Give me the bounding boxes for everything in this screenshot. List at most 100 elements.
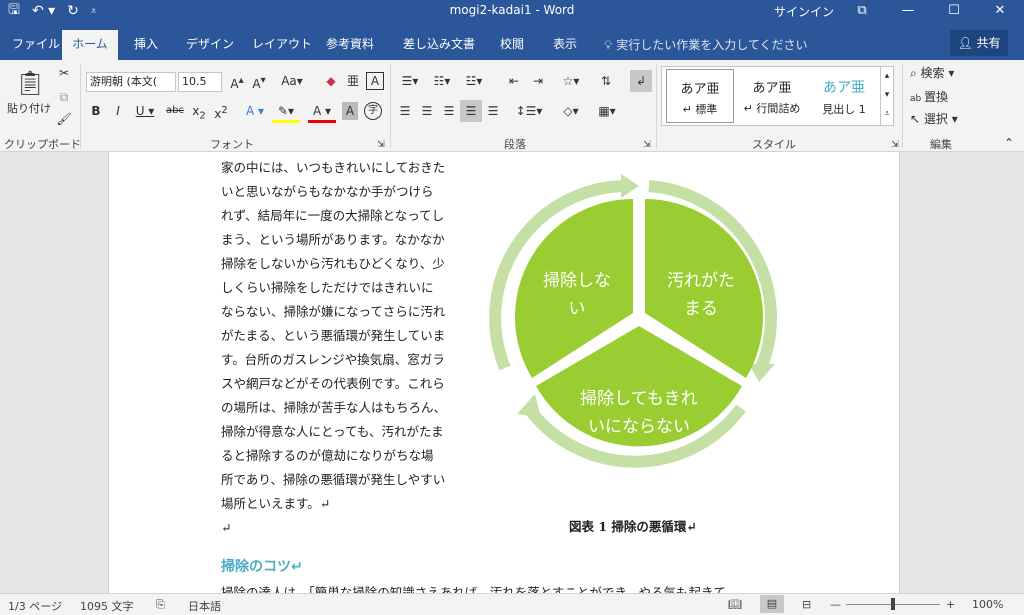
paste-button[interactable]: 貼り付け (4, 100, 54, 118)
tell-me-box[interactable]: 💡︎ 実行したい作業を入力してください (604, 36, 808, 53)
align-left-icon[interactable]: ☰ (396, 102, 414, 120)
find-button[interactable]: ⌕ 検索 ▾ (910, 64, 954, 82)
replace-button[interactable]: ab 置換 (910, 88, 948, 108)
ribbon-display-icon[interactable]: ⧉ (842, 0, 882, 22)
signin-link[interactable]: サインイン (774, 3, 834, 20)
superscript-icon[interactable]: x2 (212, 102, 230, 123)
font-color-icon[interactable]: A ▾ (308, 102, 336, 123)
sort-icon[interactable]: ⇅ (596, 72, 616, 90)
style-heading-1[interactable]: あア亜 見出し 1 (810, 69, 878, 123)
cycle-label-3a: 掃除しな (543, 271, 611, 291)
language-indicator[interactable]: 日本語 (188, 598, 221, 614)
borders-icon[interactable]: ▦▾ (592, 102, 622, 120)
next-paragraph-line[interactable]: 掃除の達人は、「簡単な掃除の知識さえあれば、汚れを落とすことができ、やる気も起き… (221, 582, 726, 593)
zoom-slider-thumb[interactable] (891, 598, 895, 610)
maximize-button[interactable]: ☐ (934, 0, 974, 22)
tab-view[interactable]: 表示 (543, 30, 587, 60)
font-group-label: フォント (210, 138, 254, 151)
zoom-in-icon[interactable]: + (946, 598, 955, 611)
show-marks-icon[interactable]: ↲ (630, 70, 652, 92)
strikethrough-icon[interactable]: abc (164, 102, 186, 120)
arrowhead (517, 394, 541, 418)
clear-format-icon[interactable]: ◆ (322, 72, 340, 90)
document-page[interactable]: 家の中には、いつもきれいにしておきた いと思いながらもなかなか手がつけら れず、結局… (108, 152, 900, 593)
clipboard-group-label: クリップボード (4, 138, 81, 151)
section-heading[interactable]: 掃除のコツ↵ (221, 556, 303, 576)
paragraph-line: れず、結局年に一度の大掃除となってし (221, 208, 445, 223)
search-icon: ⌕ (910, 66, 921, 80)
tab-file[interactable]: ファイル (2, 30, 70, 60)
shading-icon[interactable]: ◇▾ (556, 102, 586, 120)
cycle-label-2a: 掃除してもきれ (580, 389, 698, 409)
read-mode-icon[interactable]: 📖︎ (728, 598, 742, 611)
enclose-characters-icon[interactable]: 字 (364, 102, 382, 120)
paragraph-line: スや網戸などがその代表例です。これら (221, 376, 445, 391)
divider (902, 64, 903, 148)
change-case-icon[interactable]: Aa▾ (278, 72, 306, 90)
grow-font-icon[interactable]: A▴ (228, 72, 246, 93)
tab-insert[interactable]: 挿入 (124, 30, 168, 60)
character-shading-icon[interactable]: A (342, 102, 358, 120)
zoom-out-icon[interactable]: — (830, 598, 841, 611)
arrowhead (749, 364, 775, 382)
figure-caption[interactable]: 図表 1 掃除の悪循環↵ (569, 516, 697, 535)
cycle-diagram[interactable]: 汚れがた まる 掃除してもきれ いにならない 掃除しな い (489, 168, 779, 468)
bullets-icon[interactable]: ☰▾ (396, 72, 424, 90)
zoom-level[interactable]: 100% (972, 598, 1003, 611)
divider (390, 64, 391, 148)
word-count[interactable]: 1095 文字 (80, 598, 134, 614)
font-size-select[interactable]: 10.5 (178, 72, 222, 92)
format-painter-icon[interactable]: 🖌︎ (56, 110, 72, 128)
document-area[interactable]: 家の中には、いつもきれいにしておきた いと思いながらもなかなか手がつけら れず、結局… (0, 152, 1024, 593)
ribbon: 📋︎ 貼り付け ✂ ⧉ 🖌︎ クリップボード 游明朝 (本文( 10.5 A▴ … (0, 60, 1024, 152)
print-layout-icon[interactable]: ▤ (760, 595, 784, 613)
distributed-icon[interactable]: ☰ (484, 102, 502, 120)
page-count[interactable]: 1/3 ページ (8, 598, 62, 614)
tab-references[interactable]: 参考資料 (316, 30, 384, 60)
increase-indent-icon[interactable]: ⇥ (528, 72, 548, 90)
style-name: ↵ 行間詰め (743, 102, 801, 115)
web-layout-icon[interactable]: ⊟ (802, 598, 811, 611)
minimize-button[interactable]: — (888, 0, 928, 22)
select-button[interactable]: ↖ 選択 ▾ (910, 110, 958, 128)
style-normal[interactable]: あア亜 ↵ 標準 (666, 69, 734, 123)
divider (656, 64, 657, 148)
tab-mailings[interactable]: 差し込み文書 (393, 30, 485, 60)
tab-design[interactable]: デザイン (176, 30, 244, 60)
italic-icon[interactable]: I (110, 102, 126, 120)
align-right-icon[interactable]: ☰ (440, 102, 458, 120)
lightbulb-icon: 💡︎ (604, 38, 617, 52)
paste-icon[interactable]: 📋︎ (14, 66, 46, 100)
align-center-icon[interactable]: ☰ (418, 102, 436, 120)
body-paragraph[interactable]: 家の中には、いつもきれいにしておきた いと思いながらもなかなか手がつけら れず、結局… (221, 156, 471, 540)
tab-layout[interactable]: レイアウト (242, 30, 322, 60)
subscript-icon[interactable]: x2 (190, 102, 208, 125)
collapse-ribbon-icon[interactable]: ⌃ (1002, 134, 1016, 152)
phonetic-guide-icon[interactable]: 亜 (344, 72, 362, 90)
bold-icon[interactable]: B (88, 102, 104, 120)
copy-icon[interactable]: ⧉ (56, 88, 72, 106)
asian-layout-icon[interactable]: ☆▾ (556, 72, 586, 90)
numbering-icon[interactable]: ☷▾ (428, 72, 456, 90)
share-button[interactable]: 👤︎ 共有 (950, 30, 1008, 56)
cut-icon[interactable]: ✂ (56, 64, 72, 82)
underline-icon[interactable]: U ▾ (132, 102, 158, 120)
ribbon-tabs: ファイル ホーム 挿入 デザイン レイアウト 参考資料 差し込み文書 校閲 表示… (0, 22, 1024, 60)
character-border-icon[interactable]: A (366, 72, 384, 90)
paragraph-line: ならない、掃除が嫌になってさらに汚れ (221, 304, 446, 319)
styles-scroll[interactable]: ▴ ▾ ⩡ (880, 66, 894, 126)
decrease-indent-icon[interactable]: ⇤ (504, 72, 524, 90)
cycle-label-2b: いにならない (588, 417, 690, 437)
font-name-select[interactable]: 游明朝 (本文( (86, 72, 176, 92)
text-effects-icon[interactable]: A ▾ (242, 102, 268, 120)
proofing-icon[interactable]: ⎘ (156, 598, 165, 612)
close-button[interactable]: ✕ (980, 0, 1020, 22)
multilevel-list-icon[interactable]: ☳▾ (460, 72, 488, 90)
highlight-color-icon[interactable]: ✎▾ (272, 102, 300, 123)
justify-icon[interactable]: ☰ (460, 100, 482, 122)
style-no-spacing[interactable]: あア亜 ↵ 行間詰め (738, 69, 806, 123)
tab-home[interactable]: ホーム (62, 30, 118, 60)
line-spacing-icon[interactable]: ↕☰▾ (514, 102, 544, 120)
tab-review[interactable]: 校閲 (490, 30, 534, 60)
shrink-font-icon[interactable]: A▾ (250, 72, 268, 93)
